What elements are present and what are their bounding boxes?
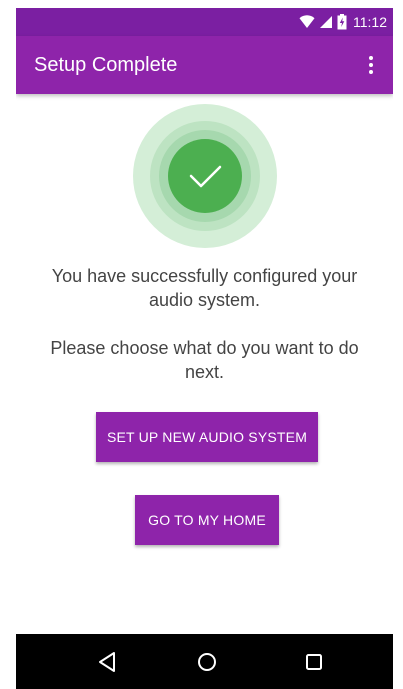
setup-new-audio-system-button[interactable]: SET UP NEW AUDIO SYSTEM (96, 412, 318, 462)
check-icon (189, 165, 222, 188)
more-vert-icon[interactable] (359, 53, 383, 77)
status-time: 11:12 (353, 14, 387, 30)
go-to-my-home-button[interactable]: GO TO MY HOME (135, 495, 279, 545)
signal-icon (320, 16, 332, 28)
prompt-message: Please choose what do you want to do nex… (50, 338, 359, 382)
phone-screen: 11:12 Setup Complete You have successful… (16, 8, 393, 689)
success-graphic (133, 104, 277, 248)
app-bar: Setup Complete (16, 36, 393, 94)
app-title: Setup Complete (34, 54, 178, 76)
success-message: You have successfully configured your au… (51, 266, 358, 310)
recents-icon[interactable] (300, 648, 328, 676)
wifi-icon (299, 15, 315, 28)
navigation-bar (16, 634, 393, 689)
status-icons: 11:12 (299, 13, 387, 31)
home-icon[interactable] (193, 648, 221, 676)
menu-dot (369, 63, 373, 67)
back-icon[interactable] (94, 648, 122, 676)
menu-dot (369, 56, 373, 60)
status-bar: 11:12 (16, 8, 393, 36)
menu-dot (369, 70, 373, 74)
battery-icon (337, 14, 347, 30)
